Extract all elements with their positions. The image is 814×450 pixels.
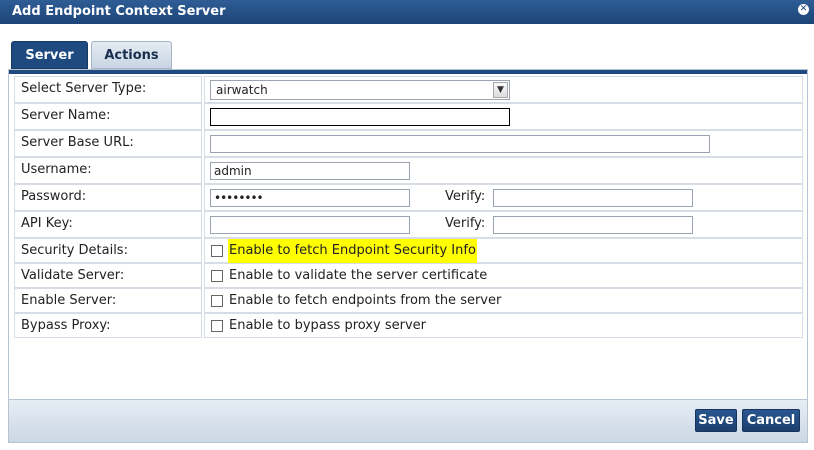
- row-server-type: Select Server Type: airwatch ▼: [14, 76, 803, 103]
- security-details-checkbox-label[interactable]: Enable to fetch Endpoint Security Info: [228, 239, 477, 263]
- security-details-checkbox[interactable]: [211, 245, 223, 257]
- password-cell: •••••••• Verify:: [204, 184, 803, 211]
- bypass-proxy-checkbox[interactable]: [211, 320, 223, 332]
- tab-server[interactable]: Server: [11, 41, 88, 69]
- dialog-footer: Save Cancel: [9, 399, 807, 442]
- api-key-label: API Key:: [14, 211, 202, 238]
- base-url-cell: [204, 130, 803, 157]
- row-enable-server: Enable Server: Enable to fetch endpoints…: [14, 288, 803, 313]
- row-base-url: Server Base URL:: [14, 130, 803, 157]
- tab-actions[interactable]: Actions: [91, 41, 172, 69]
- server-name-cell: [204, 103, 803, 130]
- bypass-proxy-checkbox-label[interactable]: Enable to bypass proxy server: [228, 314, 427, 338]
- dialog-title-bar: Add Endpoint Context Server ✕: [0, 0, 814, 24]
- password-label: Password:: [14, 184, 202, 211]
- row-server-name: Server Name:: [14, 103, 803, 130]
- dialog-title: Add Endpoint Context Server: [12, 4, 226, 19]
- password-input[interactable]: ••••••••: [210, 189, 410, 207]
- chevron-down-icon[interactable]: ▼: [493, 82, 508, 98]
- validate-server-checkbox-label[interactable]: Enable to validate the server certificat…: [228, 264, 488, 288]
- cancel-button[interactable]: Cancel: [742, 409, 800, 432]
- form-grid: Select Server Type: airwatch ▼ Server Na…: [14, 76, 803, 338]
- enable-server-cell: Enable to fetch endpoints from the serve…: [204, 288, 803, 313]
- password-verify-label: Verify:: [445, 189, 486, 204]
- server-name-input[interactable]: [210, 108, 510, 126]
- password-verify-input[interactable]: [493, 189, 693, 207]
- api-key-verify-label: Verify:: [445, 216, 486, 231]
- validate-server-checkbox[interactable]: [211, 270, 223, 282]
- username-input[interactable]: admin: [210, 162, 410, 180]
- username-label: Username:: [14, 157, 202, 184]
- validate-server-cell: Enable to validate the server certificat…: [204, 263, 803, 288]
- enable-server-checkbox[interactable]: [211, 295, 223, 307]
- row-validate-server: Validate Server: Enable to validate the …: [14, 263, 803, 288]
- security-details-cell: Enable to fetch Endpoint Security Info: [204, 238, 803, 263]
- save-button[interactable]: Save: [695, 409, 737, 432]
- validate-server-label: Validate Server:: [14, 263, 202, 288]
- security-details-label: Security Details:: [14, 238, 202, 263]
- row-bypass-proxy: Bypass Proxy: Enable to bypass proxy ser…: [14, 313, 803, 338]
- server-type-select[interactable]: airwatch ▼: [210, 80, 510, 100]
- close-icon[interactable]: ✕: [798, 4, 809, 15]
- bypass-proxy-label: Bypass Proxy:: [14, 313, 202, 338]
- row-security-details: Security Details: Enable to fetch Endpoi…: [14, 238, 803, 263]
- base-url-input[interactable]: [210, 135, 710, 153]
- api-key-input[interactable]: [210, 216, 410, 234]
- server-type-label: Select Server Type:: [14, 76, 202, 103]
- api-key-verify-input[interactable]: [493, 216, 693, 234]
- server-name-label: Server Name:: [14, 103, 202, 130]
- server-type-value: airwatch: [216, 83, 268, 97]
- enable-server-checkbox-label[interactable]: Enable to fetch endpoints from the serve…: [228, 289, 502, 313]
- server-type-cell: airwatch ▼: [204, 76, 803, 103]
- bypass-proxy-cell: Enable to bypass proxy server: [204, 313, 803, 338]
- base-url-label: Server Base URL:: [14, 130, 202, 157]
- username-cell: admin: [204, 157, 803, 184]
- api-key-cell: Verify:: [204, 211, 803, 238]
- row-username: Username: admin: [14, 157, 803, 184]
- panel-top-border: [9, 70, 807, 74]
- row-api-key: API Key: Verify:: [14, 211, 803, 238]
- row-password: Password: •••••••• Verify:: [14, 184, 803, 211]
- server-form-panel: Select Server Type: airwatch ▼ Server Na…: [8, 69, 808, 443]
- enable-server-label: Enable Server:: [14, 288, 202, 313]
